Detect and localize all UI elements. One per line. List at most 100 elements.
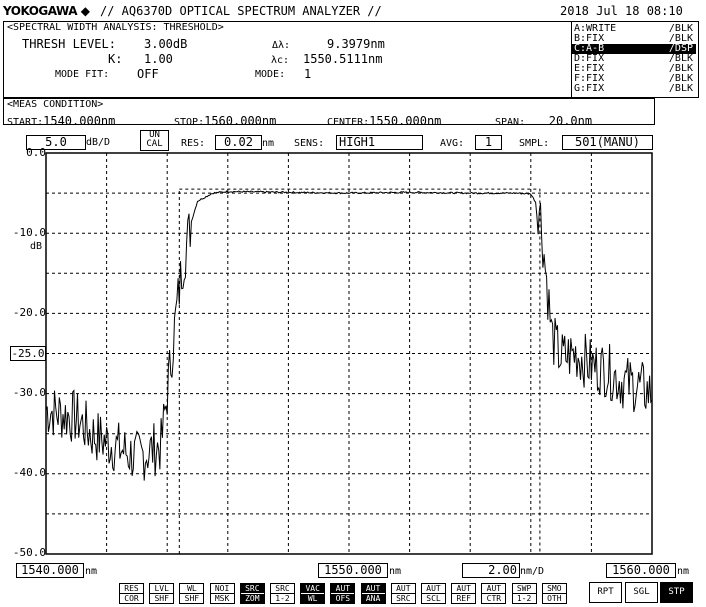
y-tick-label: -20.0 [12, 306, 46, 319]
softkey-top: RES [120, 584, 143, 594]
res-unit: nm [262, 138, 275, 149]
center-label: CENTER: [327, 117, 370, 128]
datetime: 2018 Jul 18 08:10 [560, 4, 683, 18]
x-per-div-unit: nm/D [520, 566, 545, 577]
softkey-top: AUT [361, 584, 385, 594]
x-stop-unit: nm [677, 566, 690, 577]
res-label: RES: [181, 138, 206, 149]
trace-list: A:WRITE/BLK B:FIX/BLK C:A-B/DSP D:FIX/BLK E:… [572, 24, 696, 94]
brand-logo: YOKOGAWA ◆ [3, 4, 90, 18]
uncal-indicator: UN CAL [140, 130, 169, 151]
sweep-sgl-button[interactable]: SGL [625, 582, 658, 603]
softkey-wl-shf[interactable]: WL SHF [179, 583, 205, 604]
k-value: 1.00 [144, 52, 173, 66]
y-tick-label: -40.0 [12, 466, 46, 479]
meas-condition-title: <MEAS CONDITION> [7, 99, 104, 110]
softkey-top: SMO [542, 584, 566, 594]
span-field: SPAN: 20.0nm [495, 110, 592, 129]
softkey-bottom: OFS [335, 594, 351, 603]
sweep-rpt-button[interactable]: RPT [589, 582, 622, 603]
softkey-bottom: SHF [154, 594, 169, 603]
softkey-smo-oth[interactable]: SMO OTH [541, 583, 567, 604]
start-field: START:1540.000nm [7, 110, 115, 129]
softkey-swp-1-2[interactable]: SWP 1-2 [511, 583, 537, 604]
span-value: 20.0nm [548, 114, 593, 128]
softkey-src-zom[interactable]: SRC ZOM [239, 583, 265, 604]
softkey-bottom: SHF [184, 594, 200, 603]
softkey-aut-src[interactable]: AUT SRC [390, 583, 416, 604]
diamond-icon: ◆ [80, 4, 90, 18]
analysis-title: <SPECTRAL WIDTH ANALYSIS: THRESHOLD> [7, 22, 224, 33]
avg-box[interactable]: 1 [475, 135, 502, 150]
softkey-res-cor[interactable]: RES COR [119, 583, 144, 604]
softkey-bottom: WL [307, 594, 318, 603]
lambda-c-label: λc: [271, 55, 290, 66]
brand-name: YOKOGAWA [3, 4, 78, 18]
center-value: 1550.000nm [369, 114, 442, 128]
softkey-bottom: 1-2 [275, 594, 290, 603]
softkey-lvl-shf[interactable]: LVL SHF [149, 583, 175, 604]
softkey-bottom: COR [124, 594, 139, 603]
start-label: START: [7, 117, 44, 128]
trace-state: /BLK [668, 83, 693, 94]
softkey-aut-ana[interactable]: AUT ANA [360, 583, 386, 604]
plot-frame [45, 152, 653, 555]
sens-box[interactable]: HIGH1 [336, 135, 423, 150]
x-start-box[interactable]: 1540.000 [16, 563, 84, 578]
stop-value: 1560.000nm [204, 114, 277, 128]
model-title: // AQ6370D OPTICAL SPECTRUM ANALYZER // [100, 4, 382, 18]
res-box[interactable]: 0.02 [215, 135, 262, 150]
softkey-top: WL [180, 584, 204, 594]
x-start-unit: nm [85, 566, 98, 577]
stop-field: STOP:1560.000nm [174, 110, 276, 129]
delta-lambda-value: 9.3979nm [327, 37, 385, 51]
softkey-top: AUT [482, 584, 506, 594]
softkey-top: AUT [391, 584, 415, 594]
x-center-unit: nm [389, 566, 402, 577]
mode-value: 1 [304, 67, 312, 81]
softkey-bottom: CTR [486, 594, 502, 603]
softkey-aut-ctr[interactable]: AUT CTR [481, 583, 507, 604]
softkey-vac-wl[interactable]: VAC WL [300, 583, 326, 604]
thresh-level-label: THRESH LEVEL: [22, 37, 116, 51]
lambda-c-value: 1550.5111nm [303, 52, 383, 66]
sweep-stp-button[interactable]: STP [660, 582, 693, 603]
softkey-top: SRC [271, 584, 294, 594]
mode-fit-value: OFF [137, 67, 159, 81]
delta-lambda-label: Δλ: [272, 40, 291, 51]
sens-label: SENS: [294, 138, 325, 149]
trace-item[interactable]: G:FIX/BLK [572, 84, 696, 94]
softkey-src-1-2[interactable]: SRC 1-2 [270, 583, 295, 604]
y-tick-label: 0.0 [26, 146, 46, 159]
stop-label: STOP: [174, 117, 205, 128]
k-label: K: [108, 52, 123, 66]
x-stop-box[interactable]: 1560.000 [606, 563, 676, 578]
softkey-aut-ref[interactable]: AUT REF [451, 583, 477, 604]
softkey-bottom: SCL [426, 594, 441, 603]
softkey-bottom: ZOM [245, 594, 260, 603]
y-tick-label: -10.0 [12, 226, 46, 239]
center-field: CENTER:1550.000nm [327, 110, 441, 129]
softkey-bottom: 1-2 [516, 594, 532, 603]
x-per-div-box[interactable]: 2.00 [462, 563, 520, 578]
trace-name: G:FIX [574, 83, 605, 94]
plot-grid [46, 153, 652, 554]
softkey-noi-msk[interactable]: NOI MSK [209, 583, 235, 604]
avg-label: AVG: [440, 138, 465, 149]
x-center-box[interactable]: 1550.000 [318, 563, 388, 578]
softkey-bottom: MSK [214, 594, 230, 603]
start-value: 1540.000nm [43, 114, 116, 128]
softkey-aut-ofs[interactable]: AUT OFS [330, 583, 356, 604]
ref-level-marker[interactable]: -25.0 [10, 346, 46, 361]
span-label: SPAN: [495, 117, 526, 128]
y-axis-unit: dB [30, 241, 43, 252]
softkey-top: AUT [422, 584, 445, 594]
uncal-bottom: CAL [146, 139, 163, 149]
softkey-bottom: REF [456, 594, 471, 603]
smpl-box[interactable]: 501(MANU) [562, 135, 653, 150]
thresh-level-value: 3.00dB [144, 37, 188, 51]
softkey-top: SWP [512, 584, 536, 594]
y-tick-label: -50.0 [12, 546, 46, 559]
softkey-top: AUT [452, 584, 476, 594]
softkey-aut-scl[interactable]: AUT SCL [421, 583, 446, 604]
